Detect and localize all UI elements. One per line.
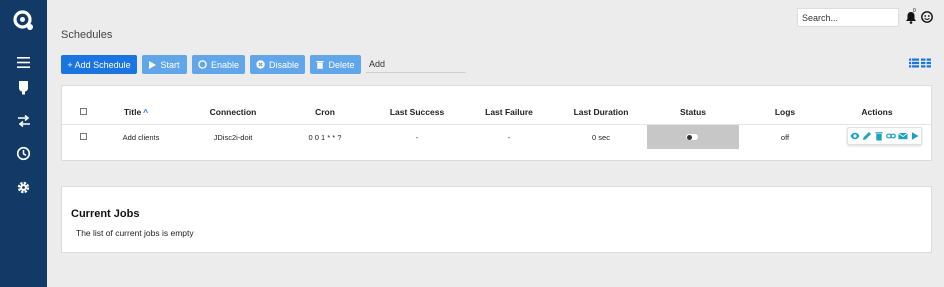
select-all-checkbox[interactable] xyxy=(80,108,87,115)
circle-icon xyxy=(198,60,207,69)
search-input[interactable] xyxy=(797,8,899,27)
delete-label: Delete xyxy=(328,59,355,70)
cell-title: Add clients xyxy=(122,133,160,142)
play-icon xyxy=(149,60,157,69)
column-header-status[interactable]: Status xyxy=(680,107,706,117)
link-icon[interactable] xyxy=(886,131,896,141)
transfer-icon[interactable] xyxy=(14,111,33,130)
start-button[interactable]: Start xyxy=(142,55,187,74)
cell-cron: 0 0 1 * * ? xyxy=(308,133,342,142)
column-header-connection[interactable]: Connection xyxy=(210,107,257,117)
column-header-last-duration[interactable]: Last Duration xyxy=(574,107,629,117)
gear-icon[interactable] xyxy=(14,178,33,197)
cell-connection: JDisc2i-doit xyxy=(213,133,253,142)
column-header-last-success[interactable]: Last Success xyxy=(390,107,444,117)
sort-ascending-icon: ^ xyxy=(143,107,149,117)
cell-logs: off xyxy=(780,133,790,142)
cell-last-failure: - xyxy=(507,133,511,142)
trash-icon[interactable] xyxy=(874,131,884,141)
status-toggle[interactable] xyxy=(686,134,698,140)
column-header-actions: Actions xyxy=(861,107,893,117)
column-header-title[interactable]: Title ^ xyxy=(124,107,148,117)
page-title: Schedules xyxy=(61,29,113,41)
grid-view-icon[interactable] xyxy=(921,58,931,68)
plugin-icon[interactable] xyxy=(14,78,33,97)
disable-button[interactable]: Disable xyxy=(250,55,305,74)
column-header-cron[interactable]: Cron xyxy=(315,107,335,117)
add-schedule-button[interactable]: + Add Schedule xyxy=(61,55,137,74)
enable-label: Enable xyxy=(210,59,240,70)
notification-count: 0 xyxy=(913,8,916,14)
schedules-table xyxy=(61,85,932,161)
pencil-icon[interactable] xyxy=(862,131,872,141)
cell-last-duration: 0 sec xyxy=(592,133,610,142)
trash-icon xyxy=(316,61,324,69)
column-header-last-failure[interactable]: Last Failure xyxy=(485,107,533,117)
sidebar xyxy=(0,0,47,287)
column-header-logs[interactable]: Logs xyxy=(775,107,795,117)
cancel-circle-icon xyxy=(256,60,265,69)
enable-button[interactable]: Enable xyxy=(192,55,245,74)
mail-icon[interactable] xyxy=(898,131,908,141)
eye-icon[interactable] xyxy=(850,131,860,141)
current-jobs-panel xyxy=(61,186,932,253)
table-divider xyxy=(62,124,931,125)
toggle-knob xyxy=(687,134,692,140)
disable-label: Disable xyxy=(268,59,299,70)
play-icon[interactable] xyxy=(910,131,920,141)
list-view-icon[interactable] xyxy=(909,58,919,68)
start-label: Start xyxy=(160,59,180,70)
cell-last-success: - xyxy=(415,133,419,142)
history-icon[interactable] xyxy=(14,144,33,163)
row-checkbox[interactable] xyxy=(80,133,87,140)
current-jobs-empty-message: The list of current jobs is empty xyxy=(76,228,194,238)
column-header-title-label: Title xyxy=(123,107,142,117)
logo-icon xyxy=(13,10,33,30)
add-schedule-label: + Add Schedule xyxy=(67,59,131,70)
user-avatar-icon[interactable] xyxy=(921,11,933,23)
current-jobs-title: Current Jobs xyxy=(71,208,140,220)
menu-icon[interactable] xyxy=(14,53,33,72)
delete-button[interactable]: Delete xyxy=(310,55,361,74)
add-input[interactable] xyxy=(366,56,466,73)
